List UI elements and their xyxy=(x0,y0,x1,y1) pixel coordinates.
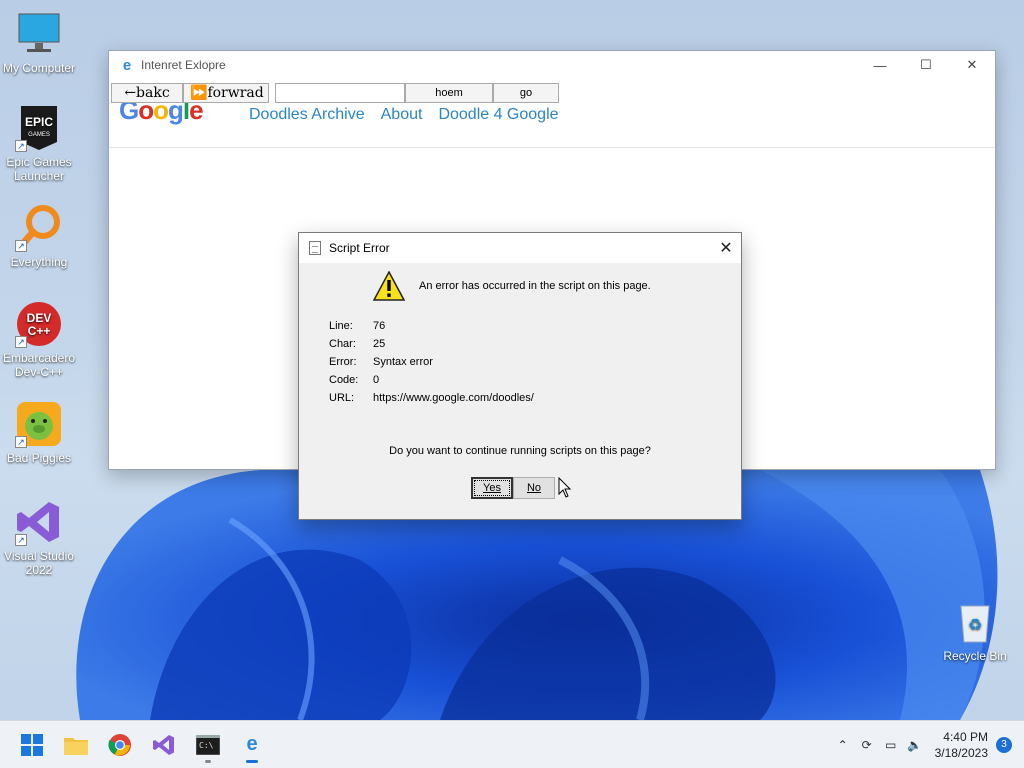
dialog-titlebar[interactable]: Script Error ✕ xyxy=(299,233,741,263)
internet-explorer-icon: e xyxy=(122,56,132,74)
error-detail-row: Error: Syntax error xyxy=(329,356,433,368)
svg-text:DEV: DEV xyxy=(27,311,52,325)
sync-icon[interactable]: ⟳ xyxy=(855,738,879,752)
error-detail-row: Code: 0 xyxy=(329,374,380,386)
nav-link-doodle-4-google[interactable]: Doodle 4 Google xyxy=(438,106,558,124)
network-icon[interactable]: ▭ xyxy=(879,738,903,752)
magnifier-icon: ↗ xyxy=(15,204,63,252)
desktop-icon-everything[interactable]: ↗ Everything xyxy=(1,204,77,269)
desktop-icon-label: Recycle Bin xyxy=(943,649,1007,663)
error-detail-row: Line: 76 xyxy=(329,320,386,332)
forward-label: forwrad xyxy=(207,85,264,101)
doodles-nav: Doodles Archive About Doodle 4 Google xyxy=(249,106,559,124)
header-divider xyxy=(109,147,995,148)
desktop-icon-my-computer[interactable]: My Computer xyxy=(1,10,77,75)
desktop-icon-dev-cpp[interactable]: DEV C++ ↗ Embarcadero Dev-C++ xyxy=(1,300,77,379)
clock[interactable]: 4:40 PM 3/18/2023 xyxy=(935,729,988,761)
terminal-icon: C:\ xyxy=(196,734,220,755)
shortcut-arrow-icon: ↗ xyxy=(15,240,27,252)
desktop-icon-label: Epic Games Launcher xyxy=(6,155,72,183)
yes-button[interactable]: Yes xyxy=(471,477,513,499)
document-icon xyxy=(309,241,321,255)
desktop-icon-visual-studio[interactable]: ↗ Visual Studio 2022 xyxy=(1,498,77,577)
desktop-icon-epic-games[interactable]: EPIC GAMES ↗ Epic Games Launcher xyxy=(1,104,77,183)
desktop-icon-bad-piggies[interactable]: ↗ Bad Piggies xyxy=(1,400,77,465)
close-icon[interactable]: ✕ xyxy=(711,238,741,258)
start-icon xyxy=(21,733,43,756)
chevron-up-icon[interactable]: ⌃ xyxy=(831,738,855,752)
desktop-icon-label: My Computer xyxy=(2,61,76,75)
desktop-icon-label: Bad Piggies xyxy=(6,451,72,465)
desktop-icon-label: Visual Studio 2022 xyxy=(4,549,74,577)
shortcut-arrow-icon: ↗ xyxy=(15,336,27,348)
svg-text:♻: ♻ xyxy=(968,615,982,634)
taskbar-visual-studio[interactable] xyxy=(144,725,184,765)
desktop-icon-label: Everything xyxy=(10,255,68,269)
notification-badge[interactable]: 3 xyxy=(996,737,1012,753)
address-input[interactable] xyxy=(275,83,405,103)
script-error-dialog: Script Error ✕ An error has occurred in … xyxy=(298,232,742,520)
taskbar: C:\ e ⌃ ⟳ ▭ 🔈 4:40 PM 3/18/2023 3 xyxy=(0,720,1024,768)
taskbar-chrome[interactable] xyxy=(100,725,140,765)
bad-piggies-icon: ↗ xyxy=(15,400,63,448)
window-title: Intenret Exlopre xyxy=(141,58,226,72)
dev-cpp-icon: DEV C++ ↗ xyxy=(15,300,63,348)
nav-link-doodles-archive[interactable]: Doodles Archive xyxy=(249,106,365,124)
monitor-icon xyxy=(15,10,63,58)
minimize-button[interactable]: — xyxy=(857,51,903,79)
continue-question: Do you want to continue running scripts … xyxy=(389,445,651,457)
internet-explorer-icon: e xyxy=(246,733,258,755)
error-message: An error has occurred in the script on t… xyxy=(419,280,651,292)
warning-icon xyxy=(373,271,405,301)
error-details: Line: 76 Char: 25 Error: Syntax error Code:… xyxy=(329,317,534,407)
file-explorer-icon xyxy=(64,737,88,755)
shortcut-arrow-icon: ↗ xyxy=(15,436,27,448)
mouse-cursor-icon xyxy=(558,477,572,498)
desktop-icon-recycle-bin[interactable]: ♻ Recycle Bin xyxy=(937,598,1013,663)
shortcut-arrow-icon: ↗ xyxy=(15,534,27,546)
error-message-row: An error has occurred in the script on t… xyxy=(373,271,651,301)
system-tray: ⌃ ⟳ ▭ 🔈 4:40 PM 3/18/2023 3 xyxy=(831,721,1024,768)
epic-games-icon: EPIC GAMES ↗ xyxy=(15,104,63,152)
clock-time: 4:40 PM xyxy=(943,730,988,744)
nav-link-about[interactable]: About xyxy=(381,106,423,124)
svg-text:C:\: C:\ xyxy=(199,741,214,750)
taskbar-internet-explorer[interactable]: e xyxy=(232,725,272,765)
visual-studio-icon: ↗ xyxy=(15,498,63,546)
svg-text:C++: C++ xyxy=(28,324,51,338)
no-button[interactable]: No xyxy=(513,477,555,499)
shortcut-arrow-icon: ↗ xyxy=(15,140,27,152)
go-button[interactable]: go xyxy=(493,83,559,103)
desktop-icon-label: Embarcadero Dev-C++ xyxy=(2,351,76,379)
dialog-buttons: Yes No xyxy=(471,477,555,499)
window-titlebar[interactable]: e Intenret Exlopre — ☐ ✕ xyxy=(109,51,995,79)
forward-icon: ⏩ xyxy=(190,85,208,101)
chrome-icon xyxy=(108,733,131,756)
start-button[interactable] xyxy=(12,725,52,765)
taskbar-terminal[interactable]: C:\ xyxy=(188,725,228,765)
recycle-bin-icon: ♻ xyxy=(951,598,999,646)
back-button[interactable]: ←bakc xyxy=(111,83,183,103)
browser-toolbar: ←bakc ⏩forwrad hoem go xyxy=(111,83,559,103)
visual-studio-icon xyxy=(153,734,174,755)
dialog-title: Script Error xyxy=(329,241,390,255)
clock-date: 3/18/2023 xyxy=(934,746,988,760)
taskbar-file-explorer[interactable] xyxy=(56,725,96,765)
error-detail-row: URL: https://www.google.com/doodles/ xyxy=(329,392,534,404)
volume-icon[interactable]: 🔈 xyxy=(903,738,927,752)
maximize-button[interactable]: ☐ xyxy=(903,51,949,79)
home-button[interactable]: hoem xyxy=(405,83,493,103)
error-detail-row: Char: 25 xyxy=(329,338,386,350)
close-window-button[interactable]: ✕ xyxy=(949,51,995,79)
svg-text:EPIC: EPIC xyxy=(25,115,53,129)
forward-button[interactable]: ⏩forwrad xyxy=(183,83,269,103)
svg-text:GAMES: GAMES xyxy=(28,132,50,138)
